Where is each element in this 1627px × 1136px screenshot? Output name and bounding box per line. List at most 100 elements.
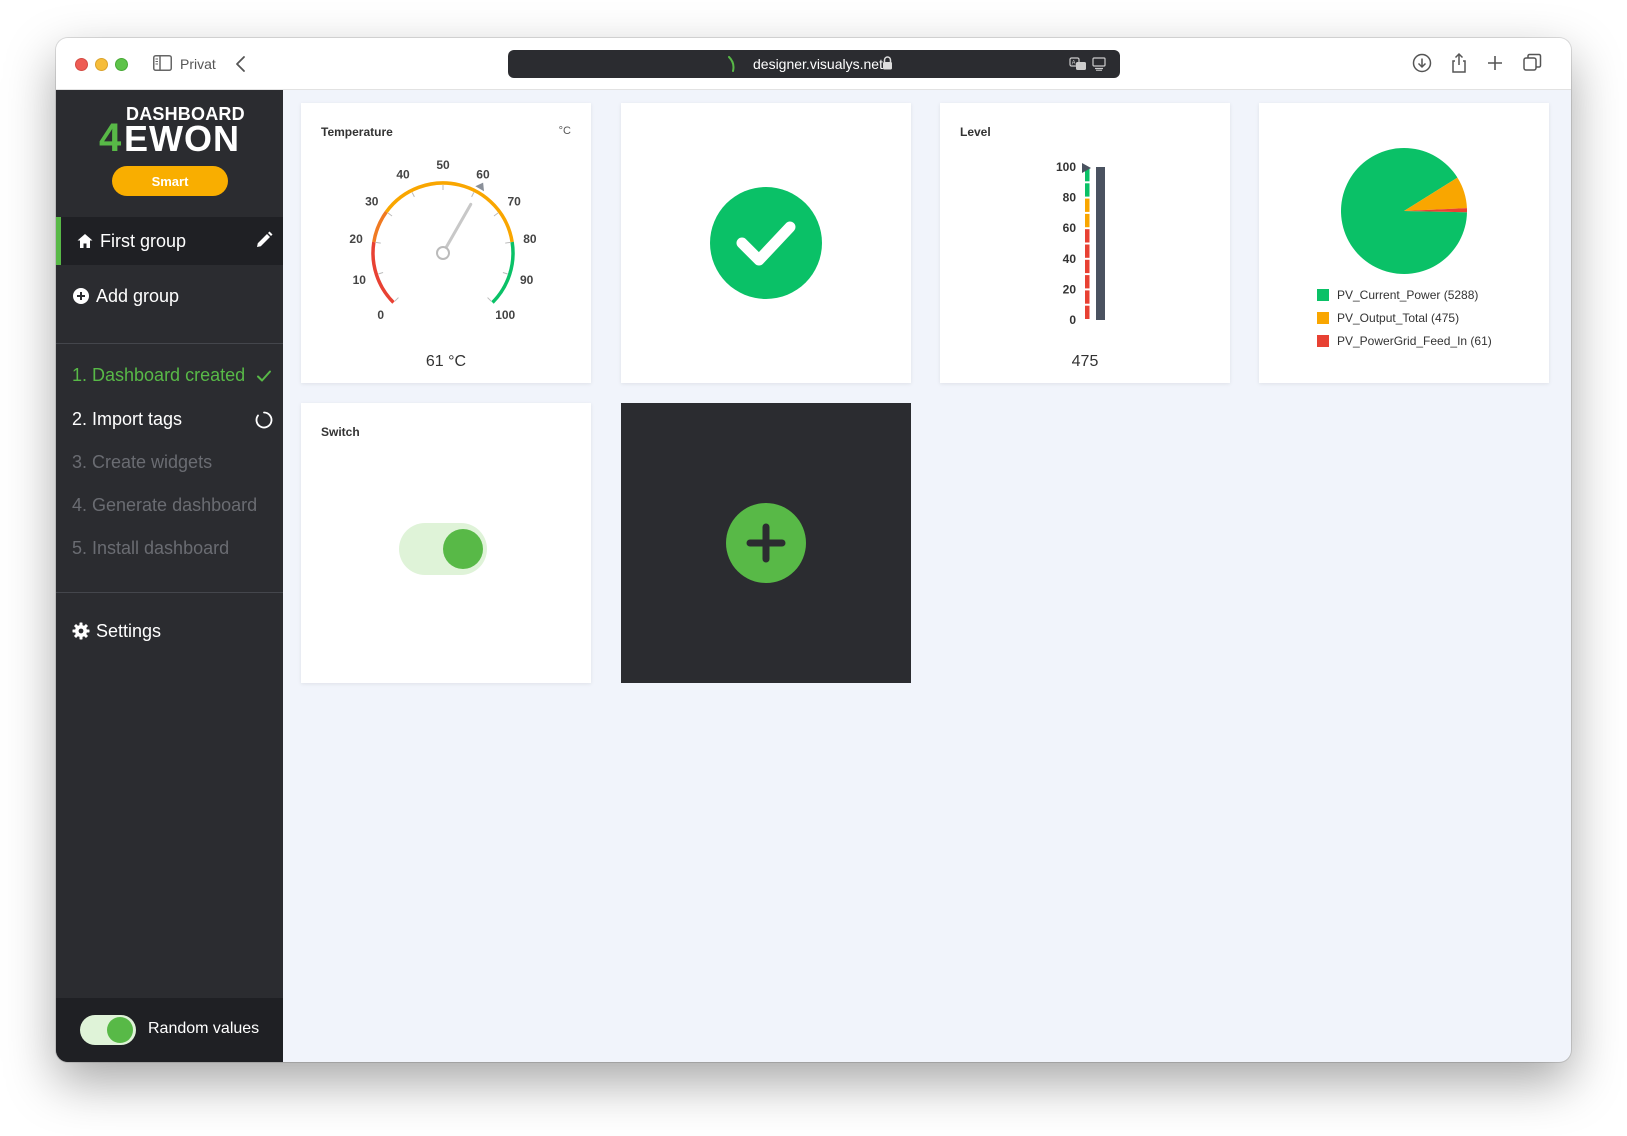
sidebar-item-label: Settings bbox=[96, 620, 162, 641]
gauge-tick bbox=[378, 271, 384, 275]
download-icon[interactable] bbox=[1411, 52, 1433, 74]
pie-widget[interactable]: PV_Current_Power (5288) PV_Output_Total … bbox=[1259, 103, 1549, 383]
switch-widget[interactable]: Switch bbox=[301, 403, 591, 683]
sidebar-divider bbox=[56, 592, 283, 593]
sidebar-item-label: Add group bbox=[96, 285, 180, 306]
gauge-tick bbox=[502, 271, 508, 275]
lock-icon bbox=[883, 56, 892, 70]
home-icon bbox=[77, 234, 93, 248]
sidebar-toggle-icon[interactable] bbox=[153, 55, 172, 71]
new-tab-icon[interactable] bbox=[1484, 52, 1506, 74]
spinner-icon bbox=[255, 411, 273, 429]
level-scale-segment bbox=[1085, 275, 1090, 289]
step-dashboard-created[interactable]: 1. Dashboard created bbox=[72, 365, 245, 386]
gauge-arc-segment bbox=[372, 210, 388, 243]
gauge-tick bbox=[505, 241, 511, 244]
step-install-dashboard: 5. Install dashboard bbox=[72, 538, 230, 558]
zoom-window-button[interactable] bbox=[115, 58, 128, 71]
edition-badge[interactable]: Smart bbox=[112, 166, 228, 196]
level-scale-segment bbox=[1085, 259, 1090, 274]
gauge-tick-label: 80 bbox=[523, 232, 537, 246]
gauge-tick-label: 0 bbox=[377, 308, 384, 322]
level-scale-segment bbox=[1085, 229, 1090, 243]
logo-four-text: 4 bbox=[99, 116, 122, 160]
legend-item[interactable]: PV_Current_Power (5288) bbox=[1317, 283, 1492, 306]
level-scale-segment bbox=[1085, 183, 1090, 197]
gauge-hub bbox=[436, 246, 450, 260]
gauge-tick-label: 90 bbox=[520, 273, 534, 287]
tab-overview-icon[interactable] bbox=[1521, 52, 1543, 74]
gauge-tick bbox=[387, 212, 393, 217]
gauge-tick bbox=[487, 297, 492, 302]
checkmark-icon bbox=[710, 187, 822, 299]
sidebar-item-first-group[interactable]: First group bbox=[56, 217, 283, 265]
address-url[interactable]: designer.visualys.net bbox=[753, 56, 883, 72]
gear-icon bbox=[72, 622, 90, 640]
translate-icon[interactable]: A bbox=[1069, 57, 1087, 71]
level-tick-label: 0 bbox=[1069, 313, 1076, 327]
gauge-needle bbox=[444, 202, 473, 249]
checkmark-icon bbox=[257, 370, 271, 382]
gauge-tick bbox=[493, 212, 499, 217]
level-tick-label: 100 bbox=[1056, 160, 1076, 174]
level-scale-segment bbox=[1085, 244, 1090, 258]
gauge-arc-segment bbox=[491, 241, 515, 304]
switch-toggle[interactable] bbox=[399, 523, 487, 575]
sidebar-divider bbox=[56, 343, 283, 344]
share-icon[interactable] bbox=[1448, 52, 1470, 74]
pencil-icon[interactable] bbox=[255, 231, 273, 249]
pie-chart bbox=[1341, 148, 1467, 274]
gauge-tick bbox=[394, 297, 399, 302]
browser-toolbar: Privat designer.visualys.net A bbox=[56, 38, 1571, 90]
level-scale-segment bbox=[1085, 198, 1090, 212]
step-generate-dashboard: 4. Generate dashboard bbox=[72, 495, 258, 515]
sidebar-item-add-group[interactable]: Add group bbox=[56, 272, 283, 320]
widget-unit: °C bbox=[558, 125, 571, 137]
plus-circle-icon bbox=[73, 288, 89, 304]
level-tick-label: 60 bbox=[1063, 221, 1077, 235]
gauge-tick-label: 10 bbox=[353, 273, 367, 287]
gauge-tick-label: 100 bbox=[495, 308, 515, 322]
gauge-tick-label: 20 bbox=[349, 232, 363, 246]
step-create-widgets: 3. Create widgets bbox=[72, 452, 213, 472]
address-bar[interactable]: designer.visualys.net A bbox=[508, 50, 1120, 78]
back-arrow-icon[interactable] bbox=[234, 54, 248, 74]
add-widget-card[interactable] bbox=[621, 403, 911, 683]
legend-swatch bbox=[1317, 288, 1329, 301]
sidebar-item-settings[interactable]: Settings bbox=[56, 607, 283, 655]
toggle-knob bbox=[443, 529, 483, 569]
level-tick-label: 40 bbox=[1063, 252, 1077, 266]
gauge-tick bbox=[375, 241, 381, 244]
widget-title: Switch bbox=[321, 425, 360, 439]
add-widget-icon[interactable] bbox=[726, 503, 806, 583]
gauge-tick bbox=[471, 192, 475, 198]
svg-text:A: A bbox=[1072, 61, 1076, 67]
gauge-arc-segment bbox=[371, 241, 395, 304]
legend-item[interactable]: PV_PowerGrid_Feed_In (61) bbox=[1317, 329, 1492, 352]
reader-icon[interactable] bbox=[1092, 57, 1106, 71]
minimize-window-button[interactable] bbox=[95, 58, 108, 71]
level-scale-segment bbox=[1085, 305, 1090, 319]
close-window-button[interactable] bbox=[75, 58, 88, 71]
random-values-toggle[interactable] bbox=[80, 1015, 136, 1045]
legend-label: PV_Current_Power (5288) bbox=[1337, 287, 1479, 302]
gauge-value-text: 61 °C bbox=[425, 353, 467, 370]
gauge-tick-label: 40 bbox=[396, 168, 410, 182]
profile-label[interactable]: Privat bbox=[180, 56, 216, 72]
widget-title: Temperature bbox=[321, 125, 393, 139]
logo-ewon-text: EWON bbox=[124, 118, 240, 159]
pie-legend: PV_Current_Power (5288) PV_Output_Total … bbox=[1317, 283, 1492, 352]
level-tick-label: 20 bbox=[1063, 282, 1077, 296]
step-import-tags[interactable]: 2. Import tags bbox=[72, 409, 182, 430]
level-value-text: 475 bbox=[1071, 353, 1099, 370]
level-scale-segment bbox=[1085, 290, 1090, 304]
random-values-bar: Random values bbox=[56, 998, 283, 1062]
level-tick-label: 80 bbox=[1063, 191, 1077, 205]
status-widget[interactable] bbox=[621, 103, 911, 383]
sidebar: DASHBOARD 4 EWON Smart First group Add g… bbox=[56, 90, 283, 1062]
legend-item[interactable]: PV_Output_Total (475) bbox=[1317, 306, 1492, 329]
temperature-widget[interactable]: Temperature °C 0 10 20 30 40 50 60 70 80 90 100 61… bbox=[301, 103, 591, 383]
browser-window: Privat designer.visualys.net A DASHBOARD… bbox=[56, 38, 1571, 1062]
level-widget[interactable]: Level 100 80 60 40 20 0 475 bbox=[940, 103, 1230, 383]
loading-spinner-icon bbox=[728, 56, 735, 72]
